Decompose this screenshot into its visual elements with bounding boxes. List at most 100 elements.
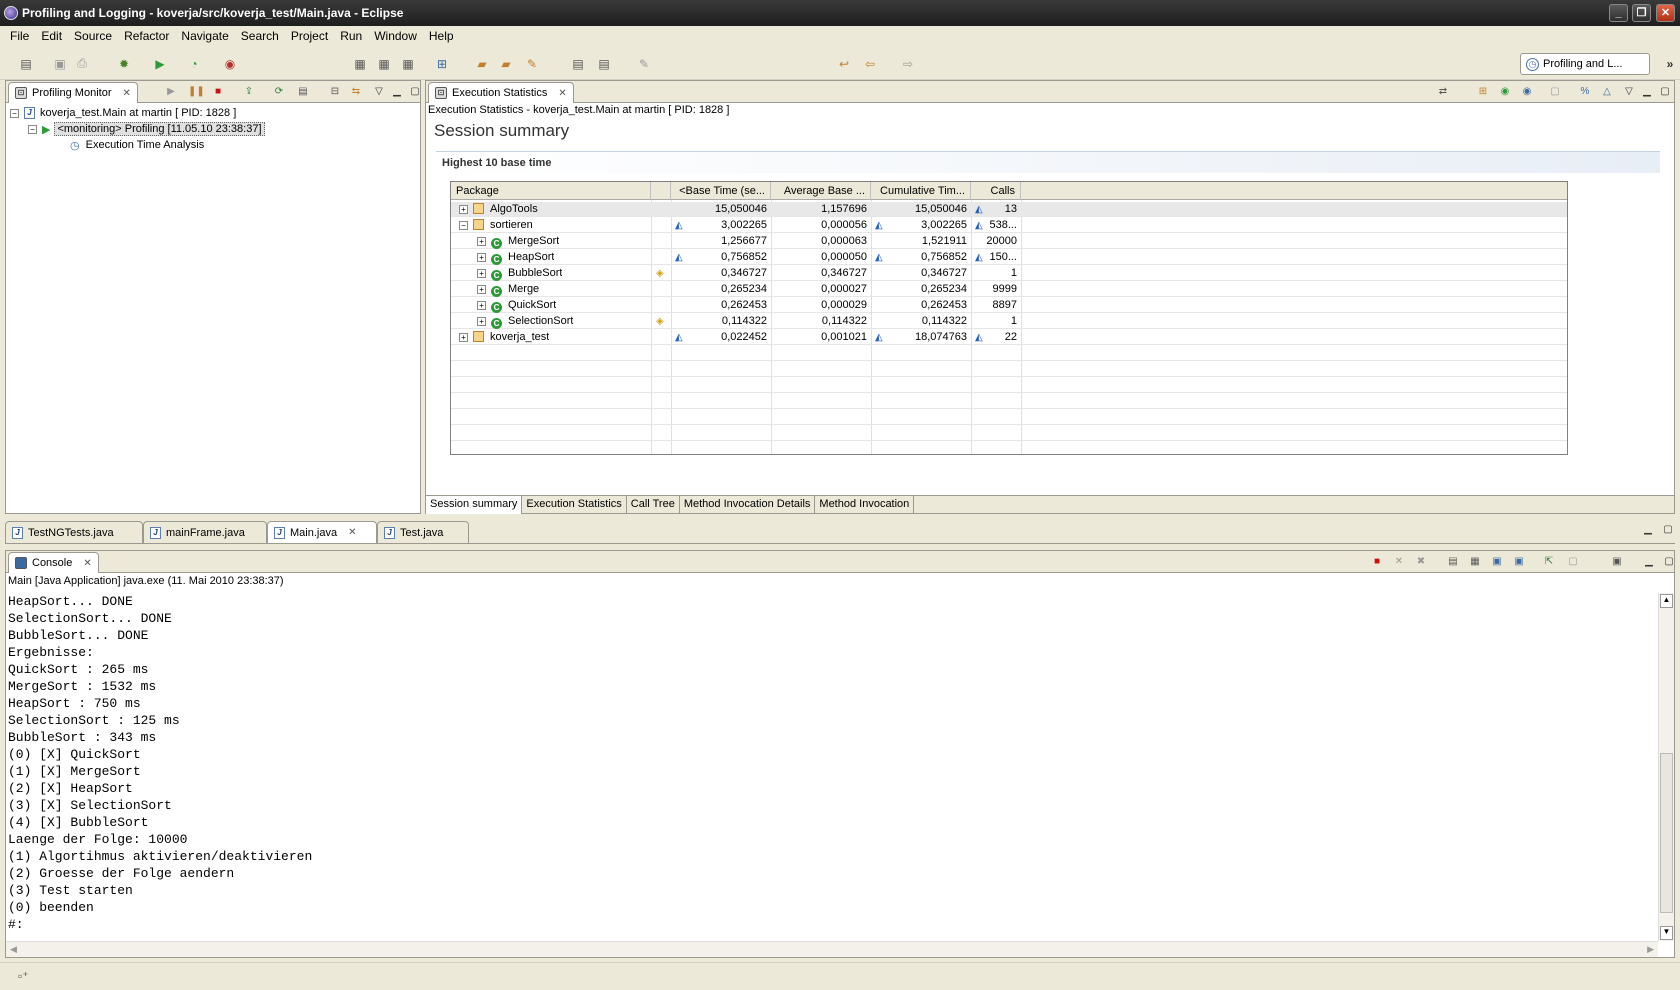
terminate-icon[interactable]: ■	[1370, 556, 1384, 568]
expand-toggle[interactable]: +	[477, 253, 486, 262]
scroll-down-icon[interactable]: ▼	[1660, 926, 1673, 940]
wand-icon[interactable]: ✎	[524, 56, 540, 71]
export-icon[interactable]: ▢	[1548, 86, 1562, 98]
minimize-view-icon[interactable]: ▁	[390, 86, 404, 98]
table-row[interactable]: + C HeapSort ◭ 0,756852 0,000050 ◭ 0,75685…	[451, 250, 1567, 265]
method-level-icon[interactable]: ◉	[1520, 86, 1534, 98]
maximize-view-icon[interactable]: ▢	[1661, 524, 1675, 536]
table-row[interactable]: − sortieren ◭ 3,002265 0,000056 ◭ 3,00226…	[451, 218, 1567, 233]
run-icon[interactable]: ▶	[152, 56, 168, 71]
package-level-icon[interactable]: ⊞	[1476, 86, 1490, 98]
tab-call-tree[interactable]: Call Tree	[627, 496, 680, 514]
column-package[interactable]: Package	[451, 182, 651, 200]
tree-item-process[interactable]: − J koverja_test.Main at martin [ PID: 1…	[10, 105, 265, 121]
resume-icon[interactable]: ▶	[164, 86, 178, 98]
column-cumulative-time[interactable]: Cumulative Tim...	[871, 182, 971, 200]
expand-toggle[interactable]: +	[477, 317, 486, 326]
expand-toggle[interactable]: +	[477, 285, 486, 294]
column-indicator[interactable]	[651, 182, 671, 200]
tab-session-summary[interactable]: Session summary	[426, 496, 523, 514]
tab-execution-statistics[interactable]: ⊡ Execution Statistics ✕	[428, 82, 574, 103]
minimize-view-icon[interactable]: ▁	[1641, 524, 1655, 536]
remove-launch-icon[interactable]: ✕	[1392, 556, 1406, 568]
tab-testngtests[interactable]: J TestNGTests.java	[5, 521, 143, 543]
scroll-right-icon[interactable]: ▶	[1647, 944, 1654, 955]
table-row[interactable]: + koverja_test ◭ 0,022452 0,001021 ◭ 18,0…	[451, 330, 1567, 345]
tree-item-execution-analysis[interactable]: ◷ Execution Time Analysis	[10, 137, 265, 153]
expand-toggle[interactable]: +	[459, 205, 468, 214]
minimize-button[interactable]: _	[1609, 4, 1628, 22]
forward-icon[interactable]: ⇨	[900, 56, 916, 71]
search-icon[interactable]: ▦	[400, 56, 416, 71]
debug-icon[interactable]: ✹	[116, 56, 132, 71]
terminate-icon[interactable]: ■	[211, 86, 225, 98]
pin-console-icon[interactable]: ⇱	[1542, 556, 1556, 568]
table-row[interactable]: + C MergeSort 1,256677 0,000063 1,521911 2…	[451, 234, 1567, 249]
close-tab-icon[interactable]: ✕	[348, 527, 356, 538]
back-icon[interactable]: ⇦	[862, 56, 878, 71]
menu-run[interactable]: Run	[334, 29, 368, 43]
scroll-up-icon[interactable]: ▲	[1660, 594, 1673, 608]
column-base-time[interactable]: <Base Time (se...	[671, 182, 771, 200]
maximize-view-icon[interactable]: ▢	[1662, 556, 1676, 568]
menu-project[interactable]: Project	[285, 29, 334, 43]
table-row[interactable]: + C QuickSort 0,262453 0,000029 0,262453 8…	[451, 298, 1567, 313]
tab-console[interactable]: Console ✕	[8, 552, 99, 573]
close-button[interactable]: ✕	[1656, 4, 1675, 22]
clear-console-icon[interactable]: ▤	[1446, 556, 1460, 568]
open-folder-icon[interactable]: ▰	[474, 56, 490, 71]
open-source-icon[interactable]: ⇄	[1436, 86, 1450, 98]
minimize-view-icon[interactable]: ▁	[1640, 86, 1654, 98]
console-vertical-scrollbar[interactable]: ▲ ▼	[1658, 593, 1674, 941]
open-console-icon[interactable]: ▣	[1610, 556, 1624, 568]
class-level-icon[interactable]: ◉	[1498, 86, 1512, 98]
menu-window[interactable]: Window	[368, 29, 423, 43]
show-stderr-icon[interactable]: ▣	[1512, 556, 1526, 568]
show-stdout-icon[interactable]: ▣	[1490, 556, 1504, 568]
table-row[interactable]: + C SelectionSort ◈ 0,114322 0,114322 0,11…	[451, 314, 1567, 329]
profile-view-icon[interactable]: ▤	[570, 56, 586, 71]
menu-file[interactable]: File	[4, 29, 35, 43]
tab-profiling-monitor[interactable]: ⊡ Profiling Monitor ✕	[8, 82, 138, 103]
maximize-view-icon[interactable]: ▢	[1658, 86, 1672, 98]
console-output[interactable]: HeapSort... DONE SelectionSort... DONE Bub…	[6, 593, 1658, 941]
save-icon[interactable]: ▣	[52, 56, 68, 71]
collapse-toggle[interactable]: −	[10, 108, 19, 118]
stats-icon[interactable]: ▤	[596, 56, 612, 71]
collapse-all-icon[interactable]: ⊟	[328, 86, 342, 98]
collapse-toggle[interactable]: −	[28, 124, 37, 134]
pause-icon[interactable]: ❚❚	[188, 86, 205, 98]
delta-icon[interactable]: △	[1600, 86, 1614, 98]
close-tab-icon[interactable]: ✕	[558, 88, 566, 99]
scroll-left-icon[interactable]: ◀	[10, 944, 17, 955]
open-task-icon[interactable]: ▦	[376, 56, 392, 71]
tab-method-invocation-details[interactable]: Method Invocation Details	[680, 496, 816, 514]
perspective-button[interactable]: ◷ Profiling and L...	[1520, 53, 1650, 75]
table-row[interactable]: + AlgoTools 15,050046 1,157696 15,050046 …	[451, 202, 1567, 217]
tab-method-invocation[interactable]: Method Invocation	[815, 496, 915, 514]
percent-icon[interactable]: %	[1578, 86, 1592, 98]
expand-toggle[interactable]: +	[477, 237, 486, 246]
menu-source[interactable]: Source	[68, 29, 118, 43]
fast-view-icon[interactable]: ▫⁺	[18, 969, 29, 983]
open-type-icon[interactable]: ▦	[352, 56, 368, 71]
expand-toggle[interactable]: +	[477, 301, 486, 310]
console-horizontal-scrollbar[interactable]: ◀ ▶	[6, 941, 1658, 957]
external-tools-icon[interactable]: ◉	[222, 56, 238, 71]
expand-toggle[interactable]: +	[459, 333, 468, 342]
tab-execution-statistics-sub[interactable]: Execution Statistics	[522, 496, 627, 514]
print-icon[interactable]: ⎙	[74, 56, 90, 71]
menu-edit[interactable]: Edit	[35, 29, 68, 43]
tab-main-java[interactable]: J Main.java ✕	[267, 521, 377, 543]
last-edit-icon[interactable]: ↩	[836, 56, 852, 71]
folder-icon[interactable]: ▰	[498, 56, 514, 71]
column-average-base[interactable]: Average Base ...	[771, 182, 871, 200]
view-menu-icon[interactable]: ▽	[1622, 86, 1636, 98]
close-tab-icon[interactable]: ✕	[83, 558, 91, 569]
link-icon[interactable]: ⇆	[349, 86, 363, 98]
column-calls[interactable]: Calls	[971, 182, 1021, 200]
display-console-icon[interactable]: ▢	[1566, 556, 1580, 568]
hierarchy-icon[interactable]: ⊞	[434, 56, 450, 71]
restore-button[interactable]: ❐	[1632, 4, 1651, 22]
table-row[interactable]: + C BubbleSort ◈ 0,346727 0,346727 0,34672…	[451, 266, 1567, 281]
